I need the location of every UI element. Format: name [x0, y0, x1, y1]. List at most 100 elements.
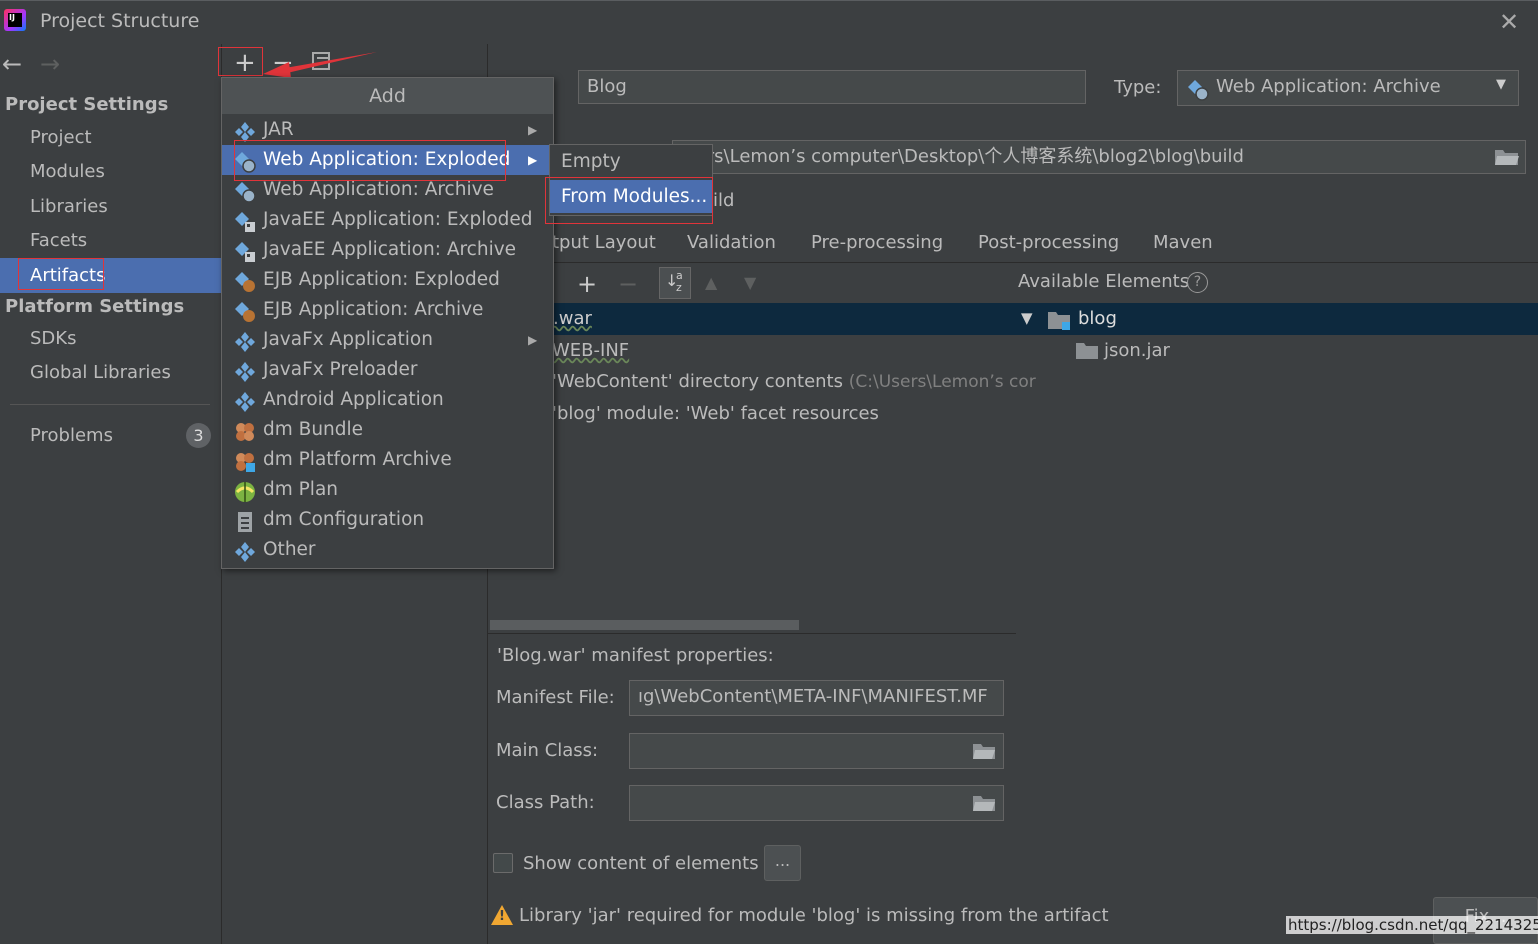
add-menu-item-label: dm Bundle: [263, 419, 364, 440]
add-menu-item-label: JavaFx Preloader: [263, 359, 418, 380]
artifact-diamond-icon: [234, 121, 255, 142]
sidebar-item-facets[interactable]: Facets: [30, 230, 87, 251]
output-directory-input[interactable]: Jsers\Lemon’s computer\Desktop\个人博客系统\bl…: [672, 140, 1526, 174]
project-settings-heading: Project Settings: [5, 94, 169, 115]
show-content-checkbox[interactable]: [493, 853, 513, 873]
folder-browse-icon[interactable]: [972, 793, 996, 813]
include-build-checkbox-label: ild: [713, 190, 735, 211]
add-menu-item-javafx-application[interactable]: JavaFx Application ▶: [222, 325, 553, 355]
add-menu-item-label: Android Application: [263, 389, 444, 410]
back-arrow-icon[interactable]: ←: [2, 50, 22, 78]
remove-element-button[interactable]: −: [618, 270, 638, 298]
tree-item-web-inf[interactable]: WEB-INF: [552, 340, 629, 361]
sort-elements-icon[interactable]: ↓ az: [659, 267, 691, 299]
show-content-options-button[interactable]: ...: [764, 845, 801, 881]
artifact-diamond-icon: [234, 391, 255, 412]
web-app-icon: [1188, 80, 1209, 101]
add-menu-item-label: dm Configuration: [263, 509, 425, 530]
artifact-diamond-icon: [234, 331, 255, 352]
add-menu-item-label: JavaEE Application: Exploded: [263, 209, 533, 230]
sidebar-item-sdks[interactable]: SDKs: [30, 328, 76, 349]
folder-browse-icon[interactable]: [1494, 147, 1520, 167]
dm-bundle-icon: [234, 421, 254, 441]
sidebar-divider: [10, 404, 210, 405]
tab-pre-processing[interactable]: Pre-processing: [811, 232, 943, 253]
submenu-item-empty[interactable]: Empty: [550, 145, 712, 178]
forward-arrow-icon[interactable]: →: [40, 50, 60, 78]
add-menu-item-ejb-application-archive[interactable]: EJB Application: Archive: [222, 295, 553, 325]
intellij-logo-icon: IJ: [4, 9, 26, 31]
tab-validation[interactable]: Validation: [687, 232, 776, 253]
add-menu-item-other[interactable]: Other: [222, 535, 553, 565]
add-menu-item-label: EJB Application: Exploded: [263, 269, 500, 290]
javaee-icon: [234, 241, 255, 262]
show-content-label: Show content of elements: [523, 853, 759, 874]
main-class-label: Main Class:: [496, 740, 599, 761]
artifact-type-select[interactable]: Web Application: Archive ▼: [1177, 70, 1519, 106]
add-menu-item-dm-plan[interactable]: dm Plan: [222, 475, 553, 505]
add-menu-item-label: dm Platform Archive: [263, 449, 452, 470]
horizontal-scrollbar[interactable]: [490, 620, 799, 630]
artifact-diamond-icon: [234, 541, 255, 562]
add-menu-item-javafx-preloader[interactable]: JavaFx Preloader: [222, 355, 553, 385]
add-menu-item-label: JavaEE Application: Archive: [263, 239, 517, 260]
sidebar-item-libraries[interactable]: Libraries: [30, 196, 108, 217]
sidebar-item-modules[interactable]: Modules: [30, 161, 105, 182]
annotation-box-artifacts: [18, 258, 104, 290]
annotation-box-web-exploded: [234, 140, 506, 181]
add-menu-item-javaee-application-exploded[interactable]: JavaEE Application: Exploded: [222, 205, 553, 235]
add-menu-item-label: JavaFx Application: [263, 329, 433, 350]
add-menu-item-dm-configuration[interactable]: dm Configuration: [222, 505, 553, 535]
tree-item-facet-resources[interactable]: 'blog' module: 'Web' facet resources: [552, 403, 879, 424]
manifest-file-label: Manifest File:: [496, 687, 615, 708]
available-item-blog[interactable]: blog: [1078, 308, 1117, 329]
help-icon[interactable]: ?: [1187, 272, 1208, 293]
add-menu-item-label: EJB Application: Archive: [263, 299, 484, 320]
add-menu-item-javaee-application-archive[interactable]: JavaEE Application: Archive: [222, 235, 553, 265]
add-menu-item-label: dm Plan: [263, 479, 339, 500]
folder-icon: [1076, 343, 1098, 359]
tabs-underline: [488, 262, 1538, 263]
add-element-button[interactable]: +: [577, 270, 597, 298]
platform-settings-heading: Platform Settings: [5, 296, 185, 317]
sidebar-item-problems[interactable]: Problems: [30, 425, 113, 446]
manifest-file-input[interactable]: ıg\WebContent\META-INF\MANIFEST.MF: [629, 680, 1004, 716]
ejb-icon: [234, 271, 255, 292]
folder-browse-icon[interactable]: [972, 741, 996, 761]
expand-triangle-icon[interactable]: ▼: [1021, 309, 1033, 327]
sidebar-item-project[interactable]: Project: [30, 127, 92, 148]
available-elements-heading: Available Elements: [1018, 271, 1190, 292]
sidebar-item-global-libraries[interactable]: Global Libraries: [30, 362, 171, 383]
close-icon[interactable]: ✕: [1499, 8, 1519, 36]
manifest-heading: 'Blog.war' manifest properties:: [497, 645, 774, 666]
class-path-label: Class Path:: [496, 792, 595, 813]
tree-item-war-root[interactable]: j.war: [548, 308, 592, 329]
artifact-diamond-icon: [234, 361, 255, 382]
dm-platform-icon: [234, 451, 255, 472]
chevron-down-icon: ▼: [1496, 77, 1506, 92]
move-down-icon[interactable]: ▼: [744, 273, 756, 292]
tab-output-layout[interactable]: tput Layout: [552, 232, 656, 253]
window-title: Project Structure: [40, 10, 200, 32]
problems-count-badge: 3: [186, 423, 211, 448]
add-menu-item-ejb-application-exploded[interactable]: EJB Application: Exploded: [222, 265, 553, 295]
document-icon: [234, 511, 254, 532]
tab-post-processing[interactable]: Post-processing: [978, 232, 1119, 253]
submenu-arrow-icon: ▶: [528, 123, 538, 137]
submenu-arrow-icon: ▶: [528, 153, 538, 167]
webcontent-path-hint: (C:\Users\Lemon’s cor: [848, 372, 1036, 392]
main-class-input[interactable]: [629, 733, 1004, 769]
tree-item-webcontent[interactable]: 'WebContent' directory contents (C:\User…: [552, 371, 1036, 392]
tab-maven[interactable]: Maven: [1153, 232, 1213, 253]
add-menu-item-dm-bundle[interactable]: dm Bundle: [222, 415, 553, 445]
dm-plan-icon: [234, 481, 255, 502]
add-menu-item-dm-platform-archive[interactable]: dm Platform Archive: [222, 445, 553, 475]
artifact-name-input[interactable]: Blog: [578, 70, 1086, 104]
warning-message: Library 'jar' required for module 'blog'…: [519, 905, 1109, 926]
available-item-json-jar[interactable]: json.jar: [1104, 340, 1170, 361]
move-up-icon[interactable]: ▲: [705, 273, 717, 292]
add-menu-item-android-application[interactable]: Android Application: [222, 385, 553, 415]
class-path-input[interactable]: [629, 785, 1004, 821]
submenu-arrow-icon: ▶: [528, 333, 538, 347]
ejb-icon: [234, 301, 255, 322]
